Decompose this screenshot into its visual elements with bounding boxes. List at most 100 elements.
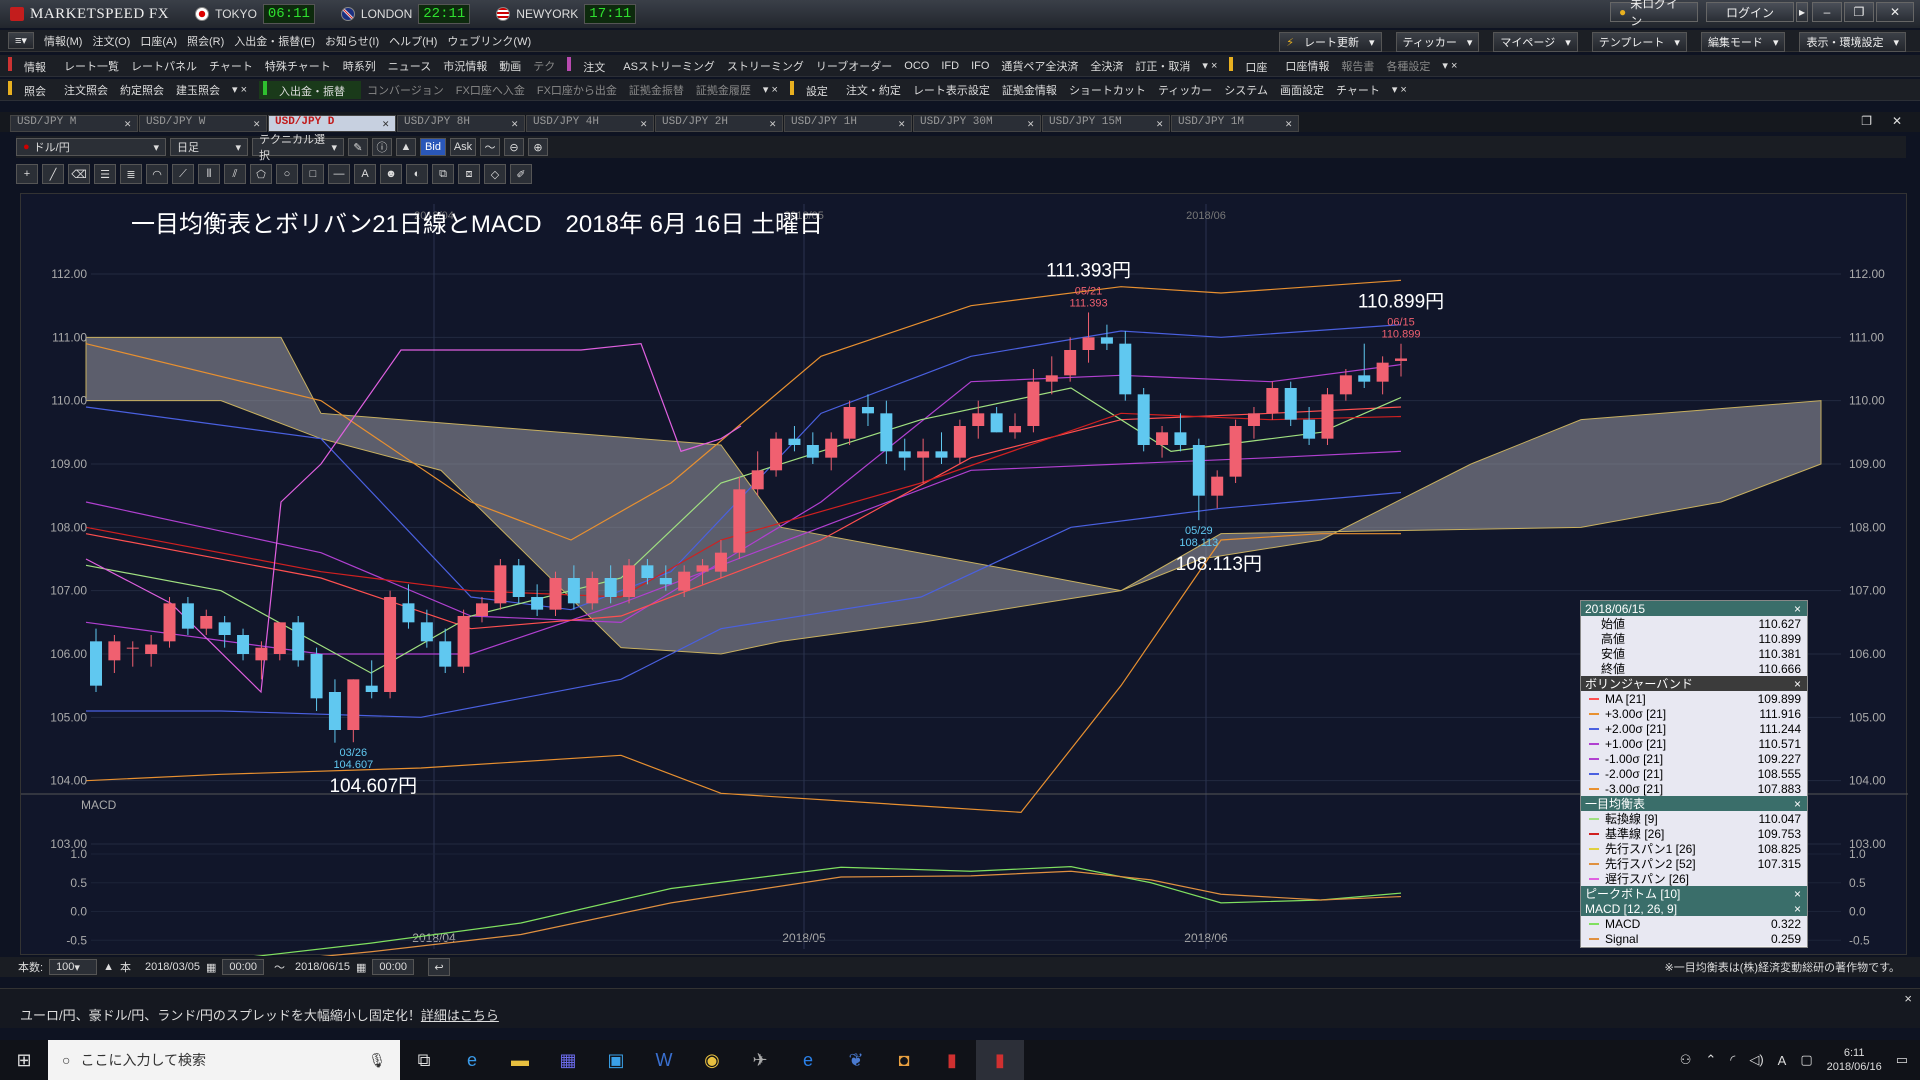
tb-video[interactable]: 動画 xyxy=(499,58,521,74)
menu-notice[interactable]: お知らせ(I) xyxy=(325,33,379,49)
delete-all-icon[interactable]: ✐ xyxy=(510,164,532,184)
zoom-in-icon[interactable]: ⊕ xyxy=(528,138,548,156)
tb-inquiry-more-icon[interactable]: ▾ × xyxy=(232,83,247,96)
template-button[interactable]: テンプレート ▾ xyxy=(1591,32,1687,52)
time-from[interactable]: 00:00 xyxy=(222,959,264,975)
people-icon[interactable]: ⚇ xyxy=(1680,1052,1692,1068)
menu-inquiry[interactable]: 照会(R) xyxy=(187,33,224,49)
tb-as-streaming[interactable]: ASストリーミング xyxy=(623,58,715,74)
tb-system[interactable]: システム xyxy=(1224,82,1268,98)
network-icon[interactable]: ◜ xyxy=(1730,1052,1735,1068)
expand-icon[interactable]: ▸ xyxy=(1796,2,1808,22)
tb-order-more-icon[interactable]: ▾ × xyxy=(1202,59,1217,72)
channel-icon[interactable]: ⫽ xyxy=(224,164,246,184)
minimize-button[interactable]: – xyxy=(1812,2,1842,22)
tb-margin-history[interactable]: 証拠金履歴 xyxy=(696,82,751,98)
tb-oco[interactable]: OCO xyxy=(904,60,929,72)
tb-report[interactable]: 報告書 xyxy=(1341,58,1374,74)
technical-select[interactable]: テクニカル選択 ▾ xyxy=(252,134,344,162)
hlines-icon[interactable]: ☰ xyxy=(94,164,116,184)
rate-update-button[interactable]: ⚡ レート更新 ▾ xyxy=(1279,32,1382,52)
menu-deposit[interactable]: 入出金・振替(E) xyxy=(234,33,315,49)
tb-deposit-more-icon[interactable]: ▾ × xyxy=(763,83,778,96)
calendar-icon[interactable]: ▦ xyxy=(356,961,366,974)
close-icon[interactable]: ✕ xyxy=(640,117,647,131)
eraser-icon[interactable]: ⌫ xyxy=(68,164,90,184)
refresh-icon[interactable]: ↩ xyxy=(427,958,450,976)
tb-pair-settle-all[interactable]: 通貨ペア全決済 xyxy=(1001,58,1078,74)
menu-help[interactable]: ヘルプ(H) xyxy=(389,33,437,49)
chart-type-icon[interactable]: 〜 xyxy=(480,138,500,156)
tb-execution-inquiry[interactable]: 約定照会 xyxy=(120,82,164,98)
tb-rate-list[interactable]: レート一覧 xyxy=(64,58,119,74)
tab-usdjpy-15m[interactable]: USD/JPY 15M ✕ xyxy=(1042,115,1170,132)
time-to[interactable]: 00:00 xyxy=(372,959,414,975)
close-icon[interactable]: × xyxy=(1794,887,1801,901)
app-window-icon[interactable]: ▣ xyxy=(592,1040,640,1080)
taskbar-clock[interactable]: 6:11 2018/06/16 xyxy=(1827,1046,1882,1074)
tb-market-info[interactable]: 市況情報 xyxy=(443,58,487,74)
vlines-icon[interactable]: ⦀ xyxy=(198,164,220,184)
tb-rate-panel[interactable]: レートパネル xyxy=(131,58,197,74)
chevron-up-icon[interactable]: ⌃ xyxy=(1705,1052,1716,1068)
word-icon[interactable]: W xyxy=(640,1040,688,1080)
bid-button[interactable]: Bid xyxy=(420,138,446,156)
window-close-icon[interactable]: ✕ xyxy=(1892,114,1902,128)
tb-ticker[interactable]: ティッカー xyxy=(1158,82,1212,98)
arc-icon[interactable]: ◠ xyxy=(146,164,168,184)
close-icon[interactable]: × xyxy=(1794,677,1801,691)
action-center-icon[interactable]: ▭ xyxy=(1896,1052,1908,1068)
edge-icon[interactable]: e xyxy=(784,1040,832,1080)
shape-icon[interactable]: ◐ xyxy=(406,164,428,184)
calendar-icon[interactable]: ▦ xyxy=(206,961,216,974)
close-icon[interactable]: ✕ xyxy=(898,117,905,131)
feather-icon[interactable]: ❦ xyxy=(832,1040,880,1080)
rectangle-icon[interactable]: □ xyxy=(302,164,324,184)
task-view-icon[interactable]: ⧉ xyxy=(400,1040,448,1080)
folder-icon[interactable]: ▬ xyxy=(496,1040,544,1080)
close-icon[interactable]: ✕ xyxy=(253,117,260,131)
close-icon[interactable]: ✕ xyxy=(124,117,131,131)
marketspeed-fx-icon[interactable]: ▮ xyxy=(976,1040,1024,1080)
fib-icon[interactable]: ≣ xyxy=(120,164,142,184)
ie-icon[interactable]: e xyxy=(448,1040,496,1080)
tab-usdjpy-1h[interactable]: USD/JPY 1H ✕ xyxy=(784,115,912,132)
tab-usdjpy-4h[interactable]: USD/JPY 4H ✕ xyxy=(526,115,654,132)
tb-chart-settings[interactable]: チャート xyxy=(1336,82,1380,98)
date-to[interactable]: 2018/06/15 xyxy=(295,961,350,973)
date-from[interactable]: 2018/03/05 xyxy=(145,961,200,973)
trendline-icon[interactable]: ╱ xyxy=(42,164,64,184)
tab-usdjpy-w[interactable]: USD/JPY W ✕ xyxy=(139,115,267,132)
close-icon[interactable]: × xyxy=(1794,602,1801,616)
count-select[interactable]: 100 ▾ xyxy=(49,959,98,975)
news-link[interactable]: 詳細はこちら xyxy=(421,1008,499,1023)
tb-settings-more-icon[interactable]: ▾ × xyxy=(1392,83,1407,96)
tb-ifo[interactable]: IFO xyxy=(971,60,989,72)
ask-button[interactable]: Ask xyxy=(450,138,476,156)
menu-weblink[interactable]: ウェブリンク(W) xyxy=(447,33,531,49)
tb-fx-deposit[interactable]: FX口座へ入金 xyxy=(456,82,525,98)
delete-drawing-icon[interactable]: ◇ xyxy=(484,164,506,184)
close-icon[interactable]: × xyxy=(1904,991,1912,1006)
paste-icon[interactable]: ⧈ xyxy=(458,164,480,184)
tb-rate-display[interactable]: レート表示設定 xyxy=(913,82,990,98)
calculator-icon[interactable]: ▦ xyxy=(544,1040,592,1080)
tb-conversion[interactable]: コンバージョン xyxy=(367,82,444,98)
menu-info[interactable]: 情報(M) xyxy=(44,33,83,49)
menu-order[interactable]: 注文(O) xyxy=(92,33,130,49)
tb-special-chart[interactable]: 特殊チャート xyxy=(265,58,331,74)
crosshair-icon[interactable]: + xyxy=(16,164,38,184)
tb-order-execution[interactable]: 注文・約定 xyxy=(846,82,901,98)
tb-streaming[interactable]: ストリーミング xyxy=(727,58,804,74)
tab-usdjpy-m[interactable]: USD/JPY M ✕ xyxy=(10,115,138,132)
tab-usdjpy-2h[interactable]: USD/JPY 2H ✕ xyxy=(655,115,783,132)
pen-icon[interactable]: ✎ xyxy=(348,138,368,156)
tb-screen-settings[interactable]: 画面設定 xyxy=(1280,82,1324,98)
close-icon[interactable]: ✕ xyxy=(511,117,518,131)
close-icon[interactable]: ✕ xyxy=(1027,117,1034,131)
close-icon[interactable]: × xyxy=(1794,797,1801,811)
tb-chart[interactable]: チャート xyxy=(209,58,253,74)
tb-settings-misc[interactable]: 各種設定 xyxy=(1386,58,1430,74)
ticker-button[interactable]: ティッカー ▾ xyxy=(1395,32,1480,52)
chrome-icon[interactable]: ◉ xyxy=(688,1040,736,1080)
